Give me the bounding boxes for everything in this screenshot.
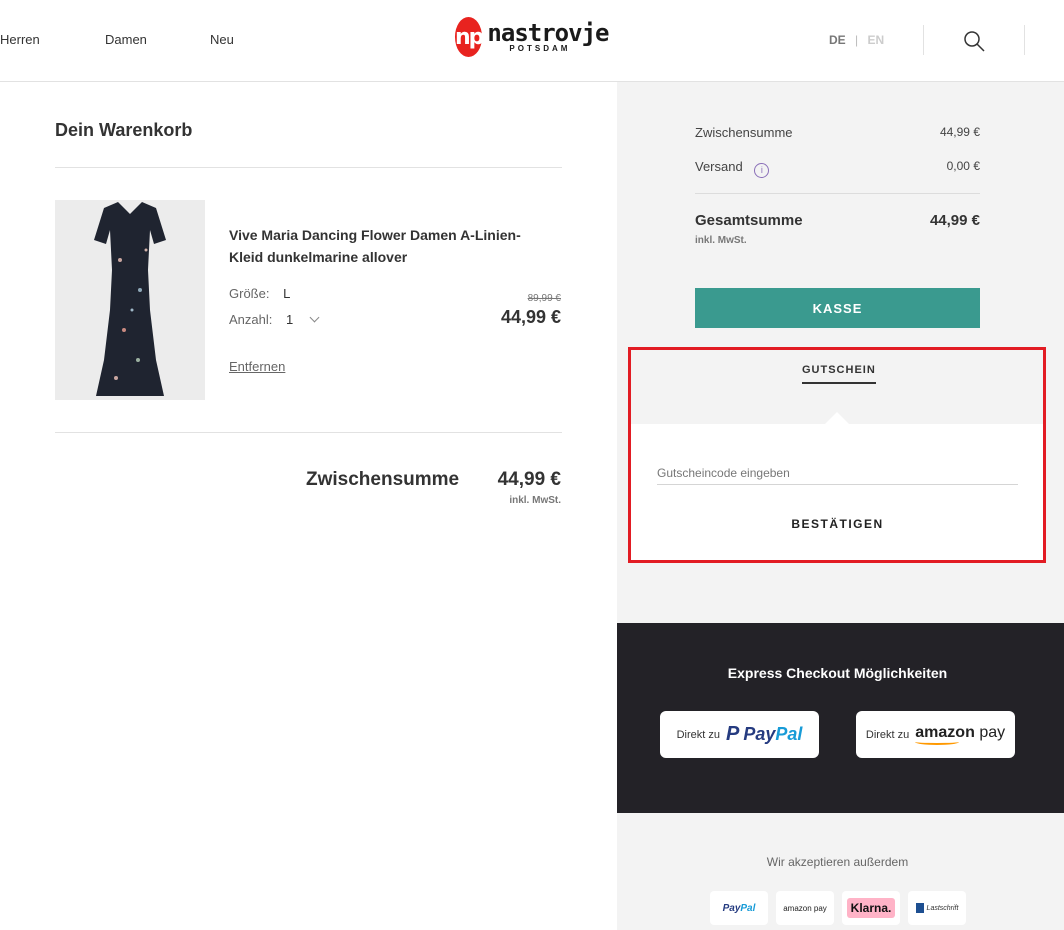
summary-subtotal-row: Zwischensumme 44,99 € bbox=[695, 125, 980, 140]
cart-subtotal-tax: inkl. MwSt. bbox=[509, 495, 561, 506]
paypal-logo-pay: Pay bbox=[743, 724, 776, 744]
klarna-logo: Klarna. bbox=[846, 898, 896, 918]
chevron-down-icon[interactable] bbox=[309, 312, 320, 323]
paypal-logo-pal: Pal bbox=[775, 724, 803, 744]
accepted-methods-label: Wir akzeptieren außerdem bbox=[766, 855, 909, 869]
summary-shipping-label: Versand bbox=[695, 159, 743, 174]
size-label: Größe: bbox=[229, 286, 270, 301]
product-name[interactable]: Vive Maria Dancing Flower Damen A-Linien… bbox=[229, 224, 549, 268]
item-price: 44,99 € bbox=[500, 307, 561, 327]
nav-item-damen[interactable]: Damen bbox=[105, 32, 147, 47]
logo-text: nastrovje POTSDAM bbox=[487, 19, 609, 53]
summary-shipping-value: 0,00 € bbox=[946, 159, 980, 173]
paypal-express-button[interactable]: Direkt zu P Pay Pal bbox=[660, 711, 819, 758]
logo-name: nastrovje bbox=[487, 19, 609, 47]
total-label: Gesamtsumme bbox=[695, 212, 803, 229]
amazon-prefix: Direkt zu bbox=[865, 728, 910, 741]
lang-de[interactable]: DE bbox=[829, 33, 846, 47]
paypal-badge-pal: Pal bbox=[740, 902, 756, 914]
divider bbox=[55, 167, 562, 168]
logo-subtitle: POTSDAM bbox=[509, 44, 571, 53]
lang-en[interactable]: EN bbox=[867, 33, 884, 47]
voucher-highlight-box bbox=[628, 347, 1046, 563]
page-title: Dein Warenkorb bbox=[55, 120, 193, 140]
search-icon[interactable] bbox=[962, 29, 986, 53]
amazon-pay-express-button[interactable]: Direkt zu amazon pay bbox=[856, 711, 1015, 758]
total-tax: inkl. MwSt. bbox=[695, 235, 747, 246]
direct-debit-label: Lastschrift bbox=[926, 904, 959, 912]
paypal-badge: Pay Pal bbox=[710, 891, 768, 925]
nav-item-neu[interactable]: Neu bbox=[210, 32, 234, 47]
express-checkout-title: Express Checkout Möglichkeiten bbox=[727, 665, 948, 681]
nav-item-herren[interactable]: Herren bbox=[0, 32, 40, 47]
site-logo[interactable]: np nastrovje POTSDAM bbox=[455, 17, 609, 57]
direct-debit-badge: Lastschrift bbox=[908, 891, 966, 925]
divider bbox=[695, 193, 980, 194]
divider bbox=[55, 432, 562, 433]
bank-card-icon bbox=[915, 903, 924, 913]
amazon-pay-badge: amazon pay bbox=[776, 891, 834, 925]
amazon-pay-word: pay bbox=[979, 723, 1006, 741]
checkout-button[interactable]: KASSE bbox=[695, 288, 980, 328]
amazon-pay-logo: amazon pay bbox=[915, 723, 1006, 745]
site-header: Herren Damen Neu np nastrovje POTSDAM DE… bbox=[0, 0, 1064, 82]
header-divider bbox=[1024, 25, 1025, 55]
logo-badge: np bbox=[455, 17, 484, 57]
amazon-brand: amazon bbox=[915, 723, 975, 741]
old-price: 89,99 € bbox=[527, 293, 561, 304]
paypal-logo: P Pay Pal bbox=[726, 723, 802, 746]
amazon-smile-icon bbox=[915, 739, 960, 745]
paypal-prefix: Direkt zu bbox=[676, 728, 720, 741]
language-switcher: DE | EN bbox=[829, 33, 884, 47]
summary-subtotal-value: 44,99 € bbox=[939, 125, 980, 139]
lang-separator: | bbox=[855, 33, 859, 47]
summary-shipping-row: Versand i 0,00 € bbox=[695, 159, 980, 178]
total-value: 44,99 € bbox=[929, 212, 980, 229]
paypal-badge-pay: Pay bbox=[722, 902, 741, 914]
product-size: Größe: L bbox=[229, 286, 290, 301]
info-icon[interactable]: i bbox=[754, 162, 770, 178]
cart-subtotal-label: Zwischensumme bbox=[306, 469, 460, 490]
summary-subtotal-label: Zwischensumme bbox=[695, 125, 793, 140]
header-divider bbox=[923, 25, 924, 55]
paypal-icon: P bbox=[726, 723, 740, 745]
quantity-label: Anzahl: bbox=[229, 312, 273, 327]
product-image[interactable] bbox=[55, 200, 205, 400]
dress-image bbox=[94, 202, 166, 396]
klarna-badge: Klarna. bbox=[842, 891, 900, 925]
quantity-selector[interactable]: Anzahl: 1 bbox=[229, 312, 320, 327]
quantity-value[interactable]: 1 bbox=[286, 312, 293, 327]
cart-subtotal-value: 44,99 € bbox=[497, 469, 561, 490]
remove-item-link[interactable]: Entfernen bbox=[229, 359, 285, 374]
size-value: L bbox=[283, 286, 291, 301]
